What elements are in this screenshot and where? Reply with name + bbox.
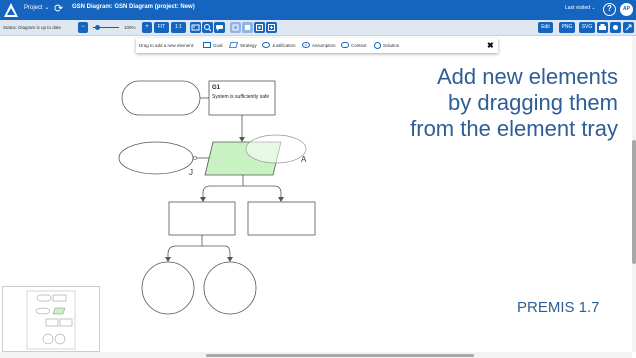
arrowhead-icon (165, 257, 171, 262)
context-node[interactable] (121, 80, 201, 116)
subgoal-node-right[interactable] (247, 201, 316, 236)
solution-right-link (202, 245, 231, 258)
caption-line-2: by dragging them (448, 90, 618, 115)
horizontal-scrollbar-thumb[interactable] (206, 354, 474, 357)
branch-left-link (202, 185, 243, 199)
vertical-scrollbar-thumb[interactable] (632, 140, 636, 264)
solution-node-left[interactable] (141, 261, 195, 315)
version-label: PREMIS 1.7 (517, 299, 600, 316)
solution-node-right[interactable] (203, 261, 257, 315)
solution-left-link (167, 245, 202, 258)
goal-id: G1 (212, 85, 221, 91)
justification-label: J (189, 168, 193, 177)
arrowhead-icon (239, 137, 245, 142)
subgoal-node-left[interactable] (168, 201, 236, 236)
arrowhead-icon (278, 197, 284, 202)
goal-text: System is sufficiently safe (212, 94, 270, 100)
caption-line-1: Add new elements (437, 64, 618, 89)
justification-node[interactable] (118, 141, 194, 175)
arrowhead-icon (200, 197, 206, 202)
minimap-preview (26, 290, 76, 350)
caption-line-3: from the element tray (410, 116, 618, 141)
assumption-node-dragging[interactable] (245, 134, 307, 164)
link-handle-icon (193, 156, 197, 160)
assumption-label: A (301, 155, 307, 164)
minimap[interactable] (2, 286, 100, 352)
branch-right-link (243, 185, 282, 199)
arrowhead-icon (227, 257, 233, 262)
